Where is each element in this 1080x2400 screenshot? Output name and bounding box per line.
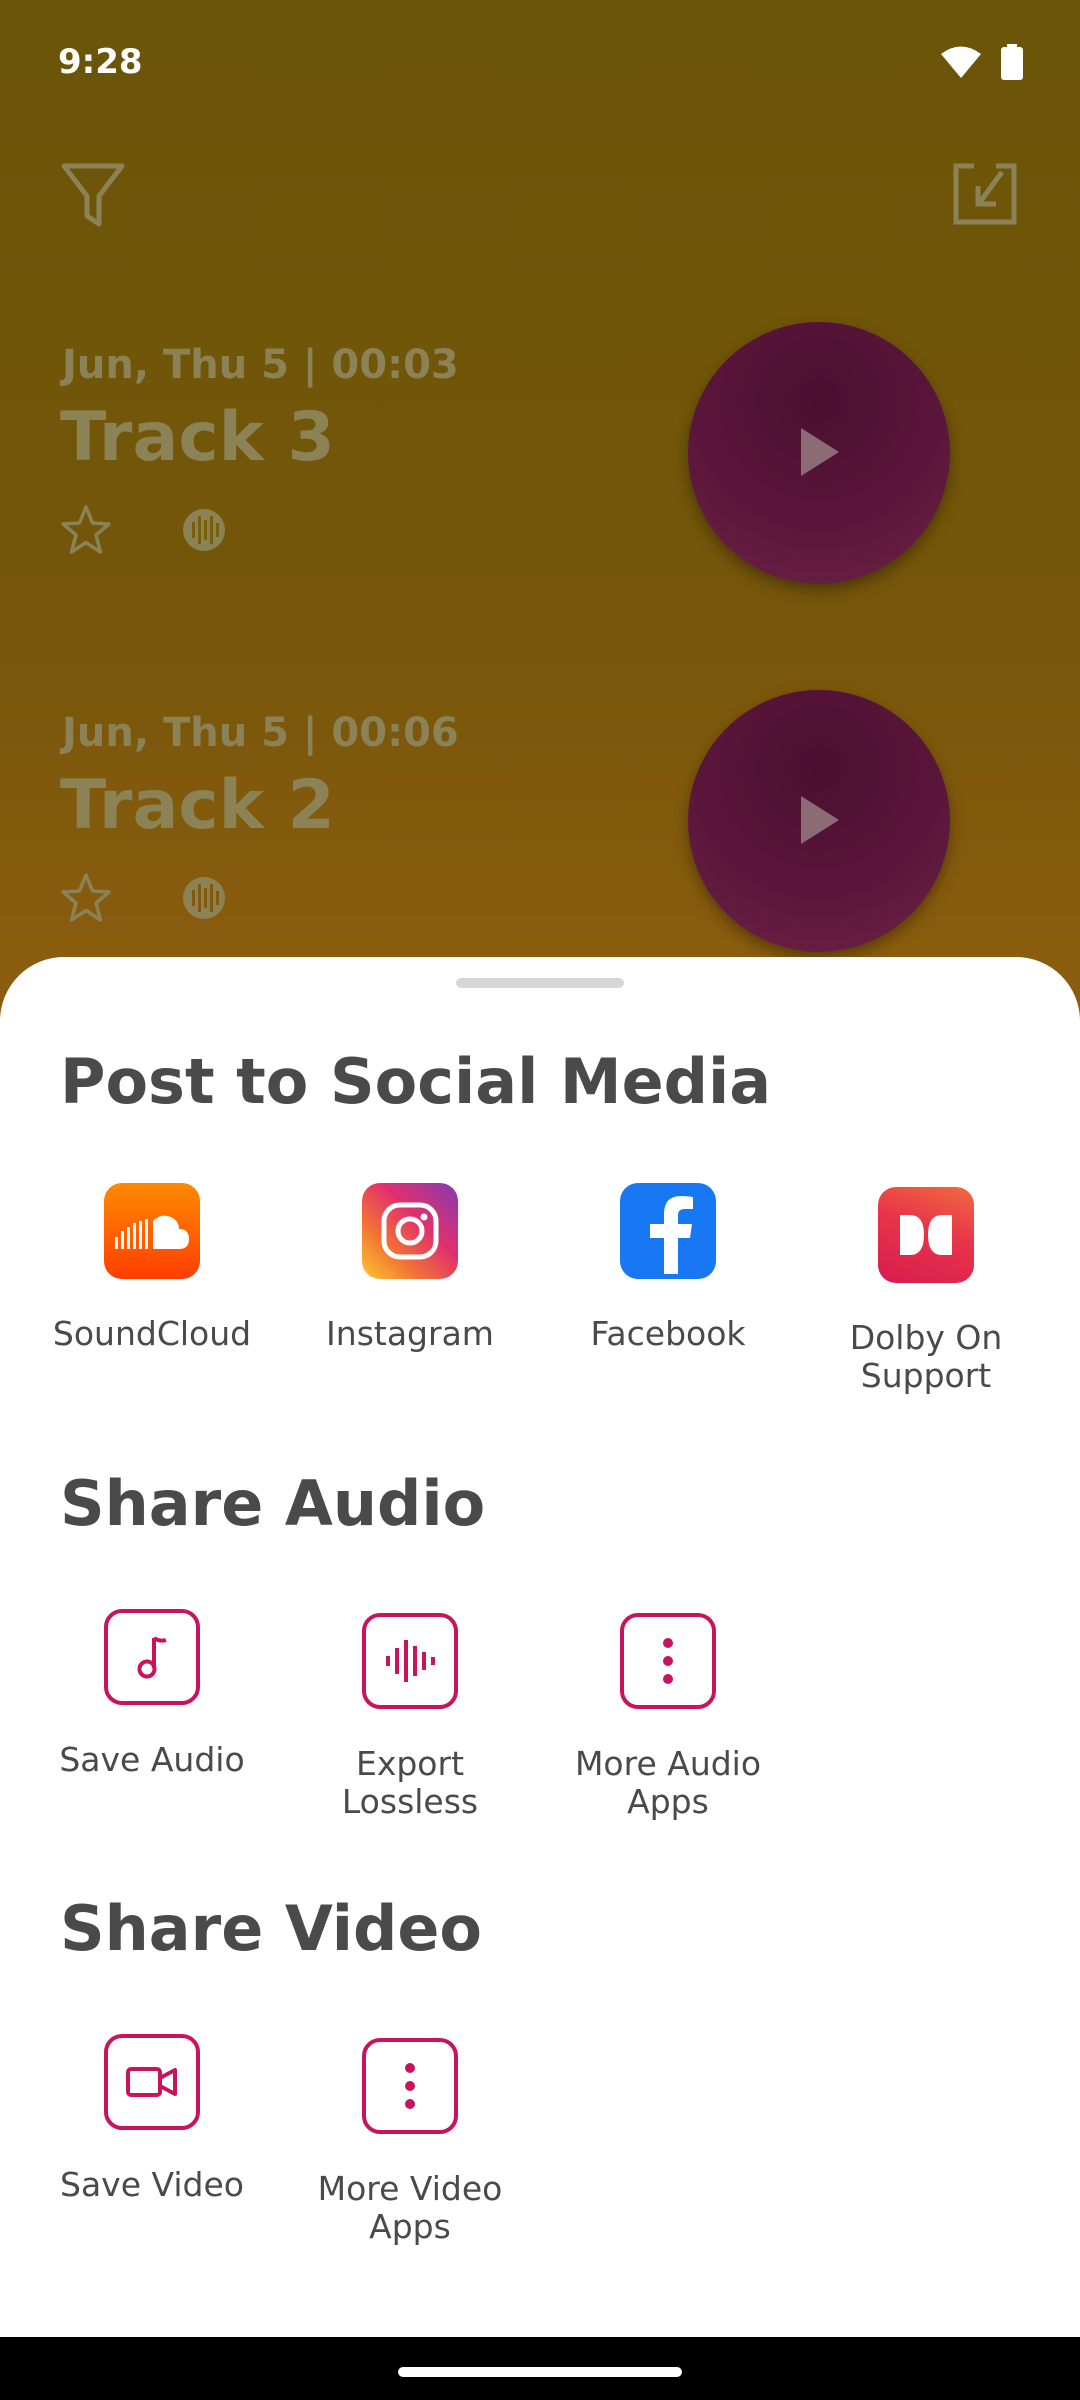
section-title-video: Share Video: [60, 1892, 483, 1965]
app-toolbar: [0, 140, 1080, 250]
star-icon[interactable]: [60, 872, 112, 924]
status-time: 9:28: [58, 42, 143, 82]
play-button[interactable]: [688, 690, 950, 952]
more-video-apps-button[interactable]: More Video Apps: [281, 2038, 539, 2246]
dolby-icon: [878, 1187, 974, 1283]
sheet-drag-handle[interactable]: [456, 978, 624, 988]
section-title-audio: Share Audio: [60, 1467, 486, 1540]
status-bar: 9:28: [0, 0, 1080, 130]
track-meta: Jun, Thu 5 | 00:06: [62, 710, 459, 756]
share-label: Facebook: [590, 1314, 746, 1353]
share-label: Export Lossless: [341, 1744, 479, 1821]
share-sheet: Post to Social Media SoundCloud Instagra…: [0, 957, 1080, 2337]
facebook-icon: [620, 1183, 716, 1279]
save-video-button[interactable]: Save Video: [23, 2034, 281, 2204]
waveform-icon: [362, 1613, 458, 1709]
system-navigation-bar: [0, 2337, 1080, 2400]
star-icon[interactable]: [60, 504, 112, 556]
share-label: Save Video: [60, 2165, 244, 2204]
track-item[interactable]: Jun, Thu 5 | 00:03 Track 3: [0, 322, 1080, 632]
filter-icon[interactable]: [60, 160, 126, 230]
share-label: SoundCloud: [52, 1314, 252, 1353]
play-icon: [801, 428, 839, 476]
share-soundcloud[interactable]: SoundCloud: [23, 1183, 281, 1353]
share-dolby-support[interactable]: Dolby On Support: [797, 1187, 1055, 1395]
share-label: Save Audio: [59, 1740, 245, 1779]
play-icon: [801, 796, 839, 844]
waveform-badge-icon[interactable]: [182, 508, 226, 552]
section-title-social: Post to Social Media: [60, 1045, 772, 1118]
play-button[interactable]: [688, 322, 950, 584]
track-meta: Jun, Thu 5 | 00:03: [62, 342, 459, 388]
home-gesture-handle[interactable]: [398, 2367, 682, 2377]
wifi-icon: [941, 46, 981, 78]
track-title: Track 3: [60, 398, 335, 477]
more-vertical-icon: [620, 1613, 716, 1709]
more-audio-apps-button[interactable]: More Audio Apps: [539, 1613, 797, 1821]
instagram-icon: [362, 1183, 458, 1279]
video-camera-icon: [104, 2034, 200, 2130]
share-label: More Video Apps: [317, 2169, 503, 2246]
share-instagram[interactable]: Instagram: [281, 1183, 539, 1353]
share-label: Instagram: [326, 1314, 494, 1353]
waveform-badge-icon[interactable]: [182, 876, 226, 920]
share-label: More Audio Apps: [574, 1744, 762, 1821]
import-icon[interactable]: [952, 160, 1018, 226]
track-title: Track 2: [60, 766, 335, 845]
save-audio-button[interactable]: Save Audio: [23, 1609, 281, 1779]
soundcloud-icon: [104, 1183, 200, 1279]
status-icons: [940, 44, 1024, 80]
share-label: Dolby On Support: [849, 1318, 1003, 1395]
more-vertical-icon: [362, 2038, 458, 2134]
battery-icon: [1001, 44, 1023, 80]
share-facebook[interactable]: Facebook: [539, 1183, 797, 1353]
export-lossless-button[interactable]: Export Lossless: [281, 1613, 539, 1821]
music-note-icon: [104, 1609, 200, 1705]
